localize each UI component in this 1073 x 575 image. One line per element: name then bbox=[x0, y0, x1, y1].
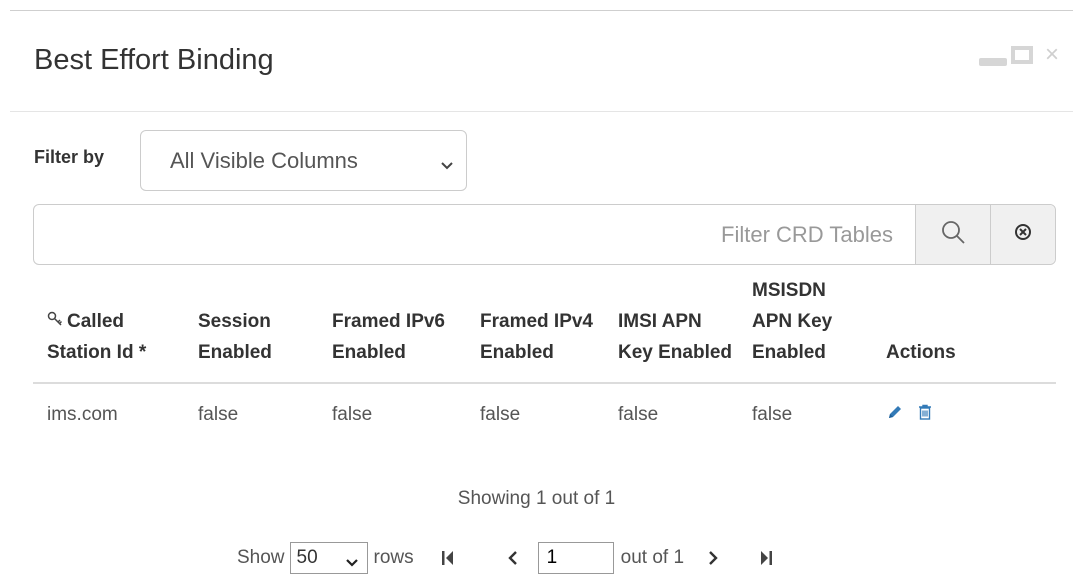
background-page-strip bbox=[0, 0, 1073, 10]
first-page-icon[interactable] bbox=[440, 549, 456, 567]
modal-top-border bbox=[10, 10, 1073, 11]
pagination: Show 50 rows out of 1 bbox=[237, 542, 774, 575]
filter-select-value: All Visible Columns bbox=[170, 147, 358, 173]
rows-per-page-value: 50 bbox=[296, 547, 318, 568]
column-header-called-station-id[interactable]: Called Station Id * bbox=[33, 275, 182, 384]
column-header-label: IMSI APN Key Enabled bbox=[618, 311, 733, 363]
column-header-label: Framed IPv4 Enabled bbox=[480, 311, 593, 363]
key-icon bbox=[47, 306, 64, 337]
chevron-down-icon bbox=[440, 153, 454, 179]
column-header-label: MSISDN APN Key Enabled bbox=[752, 280, 833, 363]
showing-count: Showing 1 out of 1 bbox=[457, 488, 616, 509]
search-input[interactable] bbox=[34, 205, 915, 264]
column-header-session-enabled[interactable]: Session Enabled bbox=[182, 275, 316, 384]
column-header-msisdn-apn-key-enabled[interactable]: MSISDN APN Key Enabled bbox=[736, 275, 870, 384]
table-cell: false bbox=[752, 404, 793, 425]
filter-by-label: Filter by bbox=[34, 147, 105, 167]
column-header-imsi-apn-key-enabled[interactable]: IMSI APN Key Enabled bbox=[602, 275, 736, 384]
maximize-icon[interactable] bbox=[1010, 46, 1033, 64]
rows-per-page-select[interactable]: 50 bbox=[289, 542, 368, 575]
page-number-input[interactable] bbox=[537, 542, 614, 574]
column-header-framed-ipv6-enabled[interactable]: Framed IPv6 Enabled bbox=[316, 275, 464, 384]
out-of-label: out of 1 bbox=[620, 547, 685, 568]
table-cell: false bbox=[332, 404, 373, 425]
search-button[interactable] bbox=[915, 205, 990, 264]
table-cell: false bbox=[618, 404, 659, 425]
chevron-down-icon bbox=[345, 553, 359, 575]
prev-page-icon[interactable] bbox=[506, 549, 520, 567]
last-page-icon[interactable] bbox=[758, 549, 774, 567]
column-header-label: Actions bbox=[886, 342, 956, 363]
rows-label: rows bbox=[373, 547, 414, 568]
window-controls: × bbox=[978, 40, 1059, 70]
header-divider bbox=[10, 111, 1073, 112]
search-group bbox=[33, 204, 1056, 265]
column-header-framed-ipv4-enabled[interactable]: Framed IPv4 Enabled bbox=[464, 275, 602, 384]
search-icon bbox=[940, 219, 966, 250]
clear-button[interactable] bbox=[990, 205, 1055, 264]
table-cell: false bbox=[480, 404, 521, 425]
modal-title: Best Effort Binding bbox=[34, 44, 274, 76]
data-table: Called Station Id * Session Enabled Fram… bbox=[33, 275, 1056, 446]
clear-icon bbox=[1014, 223, 1032, 246]
table-header-row: Called Station Id * Session Enabled Fram… bbox=[33, 275, 1056, 384]
actions-cell bbox=[870, 383, 1056, 446]
delete-icon[interactable] bbox=[916, 403, 934, 427]
filter-column-select[interactable]: All Visible Columns bbox=[140, 130, 467, 191]
column-header-label: Framed IPv6 Enabled bbox=[332, 311, 445, 363]
edit-icon[interactable] bbox=[886, 403, 904, 427]
table-cell: ims.com bbox=[47, 404, 118, 425]
table-row: ims.com false false false false false bbox=[33, 383, 1056, 446]
close-icon[interactable]: × bbox=[1045, 43, 1059, 67]
column-header-label: Session Enabled bbox=[198, 311, 272, 363]
table-cell: false bbox=[198, 404, 239, 425]
next-page-icon[interactable] bbox=[706, 549, 720, 567]
column-header-actions: Actions bbox=[870, 275, 1056, 384]
minimize-icon[interactable] bbox=[978, 58, 1007, 66]
show-label: Show bbox=[237, 547, 285, 568]
